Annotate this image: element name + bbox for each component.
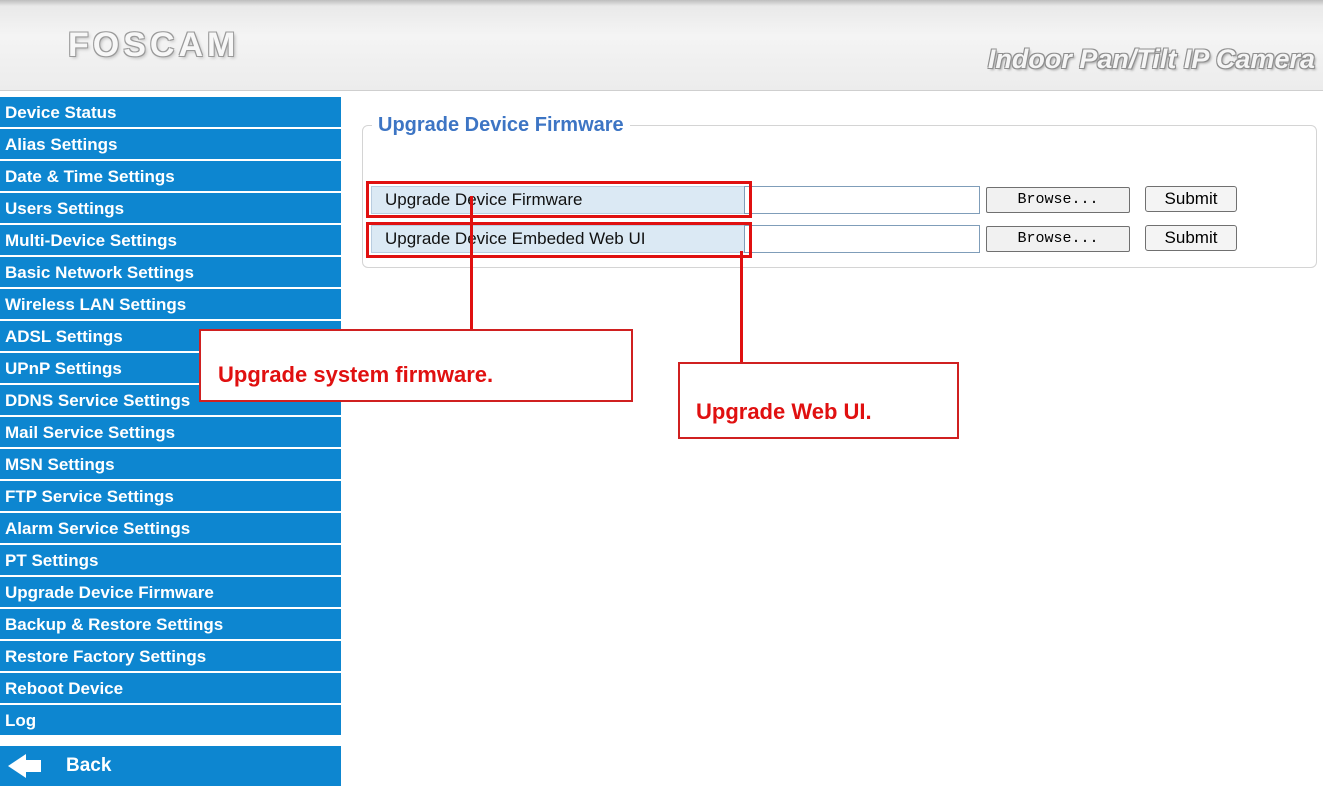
firmware-browse-button[interactable]: Browse...	[986, 187, 1130, 213]
sidebar-item-alarm-service-settings[interactable]: Alarm Service Settings	[0, 513, 341, 544]
sidebar-item-log[interactable]: Log	[0, 705, 341, 736]
back-label: Back	[66, 755, 112, 776]
firmware-connector-line	[470, 196, 473, 330]
webui-callout-text: Upgrade Web UI.	[696, 399, 872, 424]
firmware-callout-text: Upgrade system firmware.	[218, 362, 494, 387]
sidebar-item-pt-settings[interactable]: PT Settings	[0, 545, 341, 576]
fieldset-legend: Upgrade Device Firmware	[372, 114, 630, 137]
firmware-callout: Upgrade system firmware.	[199, 329, 633, 402]
webui-file-input[interactable]	[744, 225, 980, 253]
webui-browse-button[interactable]: Browse...	[986, 226, 1130, 252]
back-button[interactable]: Back	[0, 746, 341, 786]
arrow-left-icon	[8, 754, 41, 778]
sidebar-item-basic-network-settings[interactable]: Basic Network Settings	[0, 257, 341, 288]
sidebar-item-reboot-device[interactable]: Reboot Device	[0, 673, 341, 704]
firmware-highlight-box	[366, 181, 752, 218]
firmware-file-input[interactable]	[744, 186, 980, 214]
sidebar-item-ftp-service-settings[interactable]: FTP Service Settings	[0, 481, 341, 512]
firmware-submit-button[interactable]: Submit	[1145, 186, 1237, 212]
webui-submit-button[interactable]: Submit	[1145, 225, 1237, 251]
webui-highlight-box	[366, 222, 752, 258]
webui-callout: Upgrade Web UI.	[678, 362, 959, 439]
sidebar-item-backup-restore-settings[interactable]: Backup & Restore Settings	[0, 609, 341, 640]
sidebar-item-upgrade-device-firmware[interactable]: Upgrade Device Firmware	[0, 577, 341, 608]
sidebar-item-restore-factory-settings[interactable]: Restore Factory Settings	[0, 641, 341, 672]
webui-connector-line	[740, 251, 743, 363]
sidebar-item-device-status[interactable]: Device Status	[0, 97, 341, 128]
product-title: Indoor Pan/Tilt IP Camera	[987, 44, 1315, 74]
sidebar-item-date-time-settings[interactable]: Date & Time Settings	[0, 161, 341, 192]
sidebar-item-mail-service-settings[interactable]: Mail Service Settings	[0, 417, 341, 448]
sidebar-item-users-settings[interactable]: Users Settings	[0, 193, 341, 224]
sidebar-nav: Device Status Alias Settings Date & Time…	[0, 97, 342, 787]
sidebar-item-msn-settings[interactable]: MSN Settings	[0, 449, 341, 480]
header-banner: FOSCAM Indoor Pan/Tilt IP Camera	[0, 0, 1323, 91]
sidebar-item-wireless-lan-settings[interactable]: Wireless LAN Settings	[0, 289, 341, 320]
foscam-logo: FOSCAM	[68, 26, 240, 64]
sidebar-item-alias-settings[interactable]: Alias Settings	[0, 129, 341, 160]
sidebar-item-multi-device-settings[interactable]: Multi-Device Settings	[0, 225, 341, 256]
